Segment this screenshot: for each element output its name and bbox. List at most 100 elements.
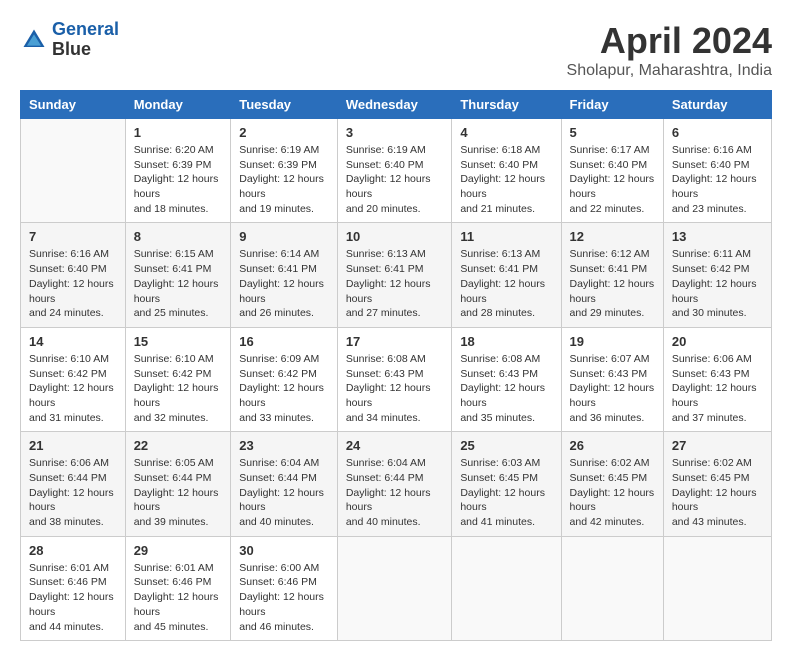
day-number: 5 (570, 125, 655, 140)
calendar-cell: 8 Sunrise: 6:15 AMSunset: 6:41 PMDaylight… (125, 223, 231, 327)
header-row: SundayMondayTuesdayWednesdayThursdayFrid… (21, 91, 772, 119)
day-number: 23 (239, 438, 329, 453)
day-number: 13 (672, 229, 763, 244)
calendar-cell: 11Sunrise: 6:13 AMSunset: 6:41 PMDayligh… (452, 223, 561, 327)
day-number: 20 (672, 334, 763, 349)
day-number: 16 (239, 334, 329, 349)
calendar-cell: 12Sunrise: 6:12 AMSunset: 6:41 PMDayligh… (561, 223, 663, 327)
day-number: 2 (239, 125, 329, 140)
calendar-week-row: 7 Sunrise: 6:16 AMSunset: 6:40 PMDaylight… (21, 223, 772, 327)
day-number: 9 (239, 229, 329, 244)
day-info: Sunrise: 6:06 AMSunset: 6:44 PMDaylight:… (29, 456, 117, 529)
day-info: Sunrise: 6:01 AMSunset: 6:46 PMDaylight:… (29, 561, 117, 634)
calendar-cell: 7 Sunrise: 6:16 AMSunset: 6:40 PMDaylight… (21, 223, 126, 327)
day-info: Sunrise: 6:02 AMSunset: 6:45 PMDaylight:… (672, 456, 763, 529)
calendar-cell: 19Sunrise: 6:07 AMSunset: 6:43 PMDayligh… (561, 327, 663, 431)
day-number: 30 (239, 543, 329, 558)
calendar-cell: 23 Sunrise: 6:04 AMSunset: 6:44 PMDayligh… (231, 432, 338, 536)
calendar-cell: 10 Sunrise: 6:13 AMSunset: 6:41 PMDayligh… (337, 223, 451, 327)
day-number: 22 (134, 438, 223, 453)
day-number: 26 (570, 438, 655, 453)
day-info: Sunrise: 6:07 AMSunset: 6:43 PMDaylight:… (570, 352, 655, 425)
day-number: 25 (460, 438, 552, 453)
day-info: Sunrise: 6:13 AMSunset: 6:41 PMDaylight:… (346, 247, 443, 320)
day-info: Sunrise: 6:20 AMSunset: 6:39 PMDaylight:… (134, 143, 223, 216)
day-number: 8 (134, 229, 223, 244)
weekday-header: Thursday (452, 91, 561, 119)
calendar-cell: 14Sunrise: 6:10 AMSunset: 6:42 PMDayligh… (21, 327, 126, 431)
day-info: Sunrise: 6:04 AMSunset: 6:44 PMDaylight:… (346, 456, 443, 529)
title-area: April 2024 Sholapur, Maharashtra, India (567, 20, 772, 80)
day-info: Sunrise: 6:15 AMSunset: 6:41 PMDaylight:… (134, 247, 223, 320)
day-info: Sunrise: 6:16 AMSunset: 6:40 PMDaylight:… (29, 247, 117, 320)
day-number: 1 (134, 125, 223, 140)
day-info: Sunrise: 6:14 AMSunset: 6:41 PMDaylight:… (239, 247, 329, 320)
day-info: Sunrise: 6:03 AMSunset: 6:45 PMDaylight:… (460, 456, 552, 529)
calendar-week-row: 28Sunrise: 6:01 AMSunset: 6:46 PMDayligh… (21, 536, 772, 640)
day-info: Sunrise: 6:17 AMSunset: 6:40 PMDaylight:… (570, 143, 655, 216)
calendar-cell: 26 Sunrise: 6:02 AMSunset: 6:45 PMDayligh… (561, 432, 663, 536)
calendar-cell (21, 119, 126, 223)
weekday-header: Wednesday (337, 91, 451, 119)
calendar-table: SundayMondayTuesdayWednesdayThursdayFrid… (20, 90, 772, 641)
day-number: 29 (134, 543, 223, 558)
logo: General Blue (20, 20, 119, 60)
calendar-cell: 22Sunrise: 6:05 AMSunset: 6:44 PMDayligh… (125, 432, 231, 536)
day-number: 15 (134, 334, 223, 349)
day-info: Sunrise: 6:00 AMSunset: 6:46 PMDaylight:… (239, 561, 329, 634)
calendar-cell: 30 Sunrise: 6:00 AMSunset: 6:46 PMDayligh… (231, 536, 338, 640)
calendar-cell: 27 Sunrise: 6:02 AMSunset: 6:45 PMDayligh… (663, 432, 771, 536)
day-number: 11 (460, 229, 552, 244)
logo-icon (20, 26, 48, 54)
calendar-cell: 9 Sunrise: 6:14 AMSunset: 6:41 PMDaylight… (231, 223, 338, 327)
day-info: Sunrise: 6:06 AMSunset: 6:43 PMDaylight:… (672, 352, 763, 425)
day-number: 6 (672, 125, 763, 140)
day-number: 24 (346, 438, 443, 453)
calendar-cell: 21 Sunrise: 6:06 AMSunset: 6:44 PMDayligh… (21, 432, 126, 536)
day-number: 4 (460, 125, 552, 140)
calendar-week-row: 14 Sunrise: 6:10 AMSunset: 6:42 PMDayligh… (21, 327, 772, 431)
calendar-cell: 4 Sunrise: 6:18 AMSunset: 6:40 PMDaylight… (452, 119, 561, 223)
day-number: 14 (29, 334, 117, 349)
day-number: 17 (346, 334, 443, 349)
day-info: Sunrise: 6:19 AMSunset: 6:40 PMDaylight:… (346, 143, 443, 216)
calendar-cell: 25 Sunrise: 6:03 AMSunset: 6:45 PMDayligh… (452, 432, 561, 536)
calendar-cell: 17 Sunrise: 6:08 AMSunset: 6:43 PMDayligh… (337, 327, 451, 431)
weekday-header: Saturday (663, 91, 771, 119)
day-info: Sunrise: 6:11 AMSunset: 6:42 PMDaylight:… (672, 247, 763, 320)
logo-line2: Blue (52, 40, 119, 60)
calendar-cell: 15 Sunrise: 6:10 AMSunset: 6:42 PMDayligh… (125, 327, 231, 431)
day-info: Sunrise: 6:02 AMSunset: 6:45 PMDaylight:… (570, 456, 655, 529)
calendar-cell: 24 Sunrise: 6:04 AMSunset: 6:44 PMDayligh… (337, 432, 451, 536)
day-info: Sunrise: 6:08 AMSunset: 6:43 PMDaylight:… (346, 352, 443, 425)
calendar-cell: 28Sunrise: 6:01 AMSunset: 6:46 PMDayligh… (21, 536, 126, 640)
subtitle: Sholapur, Maharashtra, India (567, 62, 772, 80)
header: General Blue April 2024 Sholapur, Mahara… (20, 20, 772, 80)
calendar-cell: 3 Sunrise: 6:19 AMSunset: 6:40 PMDaylight… (337, 119, 451, 223)
day-info: Sunrise: 6:18 AMSunset: 6:40 PMDaylight:… (460, 143, 552, 216)
calendar-cell: 5 Sunrise: 6:17 AMSunset: 6:40 PMDaylight… (561, 119, 663, 223)
day-number: 12 (570, 229, 655, 244)
day-number: 21 (29, 438, 117, 453)
weekday-header: Friday (561, 91, 663, 119)
calendar-cell (452, 536, 561, 640)
weekday-header: Monday (125, 91, 231, 119)
calendar-week-row: 1 Sunrise: 6:20 AMSunset: 6:39 PMDaylight… (21, 119, 772, 223)
calendar-week-row: 21 Sunrise: 6:06 AMSunset: 6:44 PMDayligh… (21, 432, 772, 536)
day-info: Sunrise: 6:09 AMSunset: 6:42 PMDaylight:… (239, 352, 329, 425)
day-number: 7 (29, 229, 117, 244)
day-info: Sunrise: 6:04 AMSunset: 6:44 PMDaylight:… (239, 456, 329, 529)
calendar-cell: 2Sunrise: 6:19 AMSunset: 6:39 PMDaylight… (231, 119, 338, 223)
calendar-cell (663, 536, 771, 640)
day-number: 3 (346, 125, 443, 140)
logo-line1: General (52, 19, 119, 39)
calendar-cell: 13 Sunrise: 6:11 AMSunset: 6:42 PMDayligh… (663, 223, 771, 327)
logo-text: General Blue (52, 20, 119, 60)
calendar-cell: 6Sunrise: 6:16 AMSunset: 6:40 PMDaylight… (663, 119, 771, 223)
day-info: Sunrise: 6:10 AMSunset: 6:42 PMDaylight:… (134, 352, 223, 425)
calendar-cell: 1 Sunrise: 6:20 AMSunset: 6:39 PMDaylight… (125, 119, 231, 223)
calendar-cell (337, 536, 451, 640)
calendar-cell: 16 Sunrise: 6:09 AMSunset: 6:42 PMDayligh… (231, 327, 338, 431)
day-number: 10 (346, 229, 443, 244)
day-number: 27 (672, 438, 763, 453)
